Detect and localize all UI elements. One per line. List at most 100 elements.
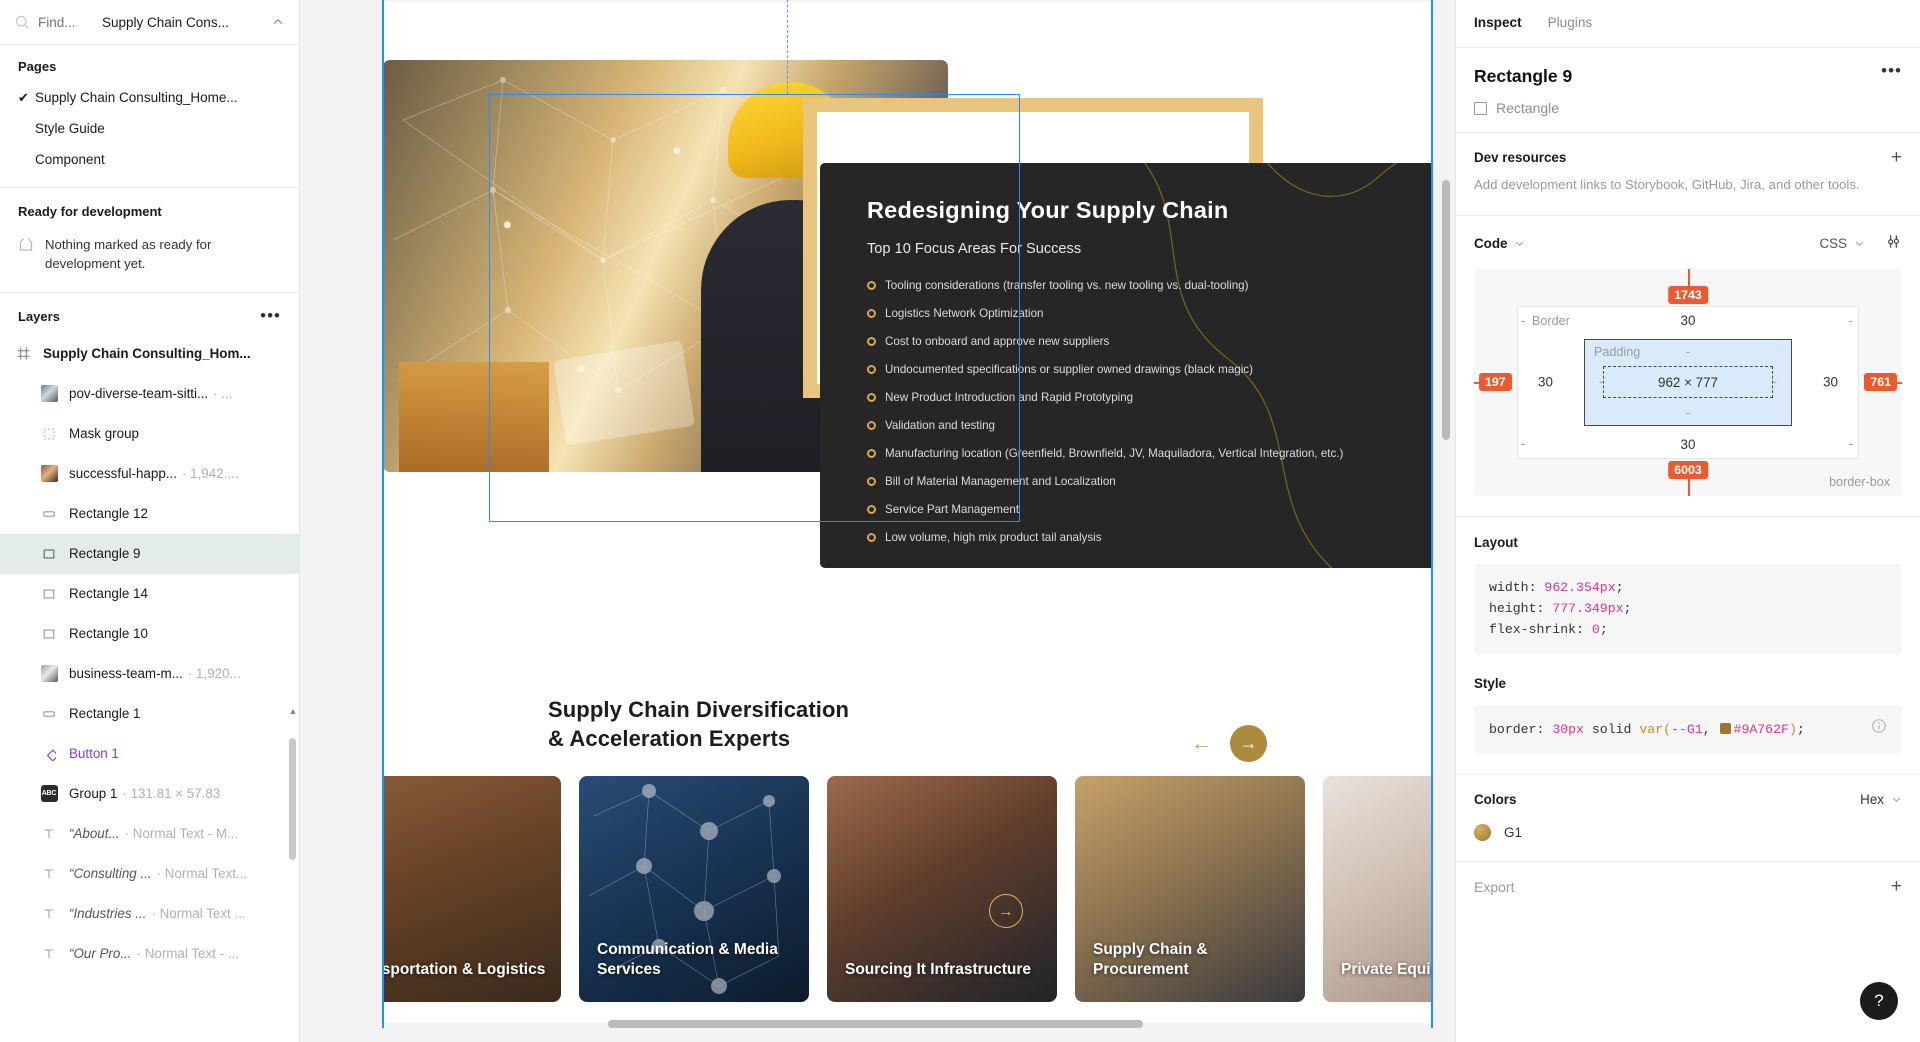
arrow-right-icon[interactable]: → (989, 894, 1023, 928)
css-border-style: solid (1591, 721, 1632, 737)
box-model-diagram: 1743 6003 197 761 Border 30 30 30 30 - -… (1474, 268, 1902, 496)
bullet-icon (867, 336, 876, 346)
layer-row[interactable]: Rectangle 1 (0, 694, 299, 734)
list-item-text: Logistics Network Optimization (885, 306, 1044, 320)
page-frame[interactable]: Redesigning Your Supply Chain Top 10 Foc… (383, 0, 1432, 1023)
layer-row[interactable]: Rectangle 14 (0, 574, 299, 614)
code-language-label: CSS (1819, 236, 1847, 252)
search-input[interactable] (38, 14, 96, 30)
chevron-up-icon[interactable] (271, 15, 285, 29)
layer-name: Rectangle 14 (69, 586, 148, 602)
layers-scrollbar[interactable]: ▲ ▼ (289, 706, 297, 1042)
selection-guide-line (787, 0, 788, 94)
component-icon (40, 745, 58, 763)
layer-meta: · ... (213, 386, 233, 402)
service-card-supply-chain[interactable]: Supply Chain & Procurement (1075, 776, 1305, 1002)
dark-content-card[interactable]: Redesigning Your Supply Chain Top 10 Foc… (820, 163, 1432, 568)
more-options-icon[interactable]: ••• (260, 307, 281, 324)
page-item-home[interactable]: ✔ Supply Chain Consulting_Home... (0, 82, 299, 113)
page-label: Component (35, 152, 105, 167)
layer-meta: · Normal Text - M... (124, 826, 239, 842)
layer-name: pov-diverse-team-sitti... (69, 386, 209, 402)
bullet-icon (867, 532, 876, 542)
layer-row[interactable]: pov-diverse-team-sitti... · ... (0, 374, 299, 414)
scrollbar-thumb[interactable] (608, 1020, 1143, 1028)
service-card-transportation[interactable]: Transportation & Logistics (383, 776, 561, 1002)
find-bar[interactable]: Supply Chain Cons... (0, 0, 299, 45)
layer-row-rectangle-9[interactable]: Rectangle 9 (0, 533, 299, 574)
chevron-down-icon[interactable] (1514, 238, 1525, 249)
document-title[interactable]: Supply Chain Cons... (102, 15, 229, 30)
service-card-communication[interactable]: Communication & Media Services (579, 776, 809, 1002)
service-card-private-equity[interactable]: Private Equity (1323, 776, 1432, 1002)
layer-row[interactable]: “Consulting ... · Normal Text... (0, 854, 299, 894)
dark-card-content: Redesigning Your Supply Chain Top 10 Foc… (867, 197, 1407, 546)
code-line: border: 30px solid var(--G1, #9A762F); (1489, 721, 1805, 737)
card-label: Transportation & Logistics (383, 960, 546, 978)
tab-plugins[interactable]: Plugins (1548, 15, 1593, 32)
image-thumb-icon (40, 465, 58, 483)
layer-name: Rectangle 12 (69, 506, 148, 522)
list-item-text: Low volume, high mix product tail analys… (885, 530, 1102, 544)
layer-row[interactable]: “About... · Normal Text - M... (0, 814, 299, 854)
bullet-icon (867, 504, 876, 514)
canvas-vertical-scrollbar[interactable] (1442, 180, 1450, 440)
arrow-left-icon[interactable]: ← (1191, 733, 1212, 754)
export-header: Export (1474, 879, 1515, 896)
page-item-component[interactable]: Component (0, 144, 299, 175)
layers-list[interactable]: Supply Chain Consulting_Hom... pov-diver… (0, 334, 299, 1042)
position-right-value: 761 (1864, 373, 1897, 392)
frame-icon (14, 345, 32, 363)
mask-group-icon (40, 425, 58, 443)
canvas-horizontal-scrollbar[interactable] (608, 1020, 1455, 1028)
border-box-region: Border 30 30 30 30 - - - - Padding - - -… (1517, 305, 1859, 459)
color-format-label: Hex (1860, 792, 1884, 808)
list-item-text: Undocumented specifications or supplier … (885, 362, 1253, 376)
card-label: Private Equity (1341, 960, 1432, 978)
scrollbar-thumb[interactable] (289, 737, 296, 860)
service-card-sourcing[interactable]: → Sourcing It Infrastructure (827, 776, 1057, 1002)
layer-row[interactable]: “Industries ... · Normal Text ... (0, 894, 299, 934)
color-format-select[interactable]: Hex (1860, 792, 1902, 807)
scroll-up-icon[interactable]: ▲ (288, 706, 298, 716)
layer-row[interactable]: ABC Group 1 · 131.81 × 57.83 (0, 774, 299, 814)
sliders-icon[interactable] (1885, 233, 1902, 255)
layer-row[interactable]: successful-happ... · 1,942.... (0, 454, 299, 494)
color-item[interactable]: G1 (1474, 824, 1902, 842)
help-icon[interactable]: ? (1860, 982, 1898, 1020)
border-top-value: 30 (1680, 312, 1696, 328)
list-item-text: New Product Introduction and Rapid Proto… (885, 390, 1134, 404)
bullet-icon (867, 392, 876, 402)
list-item: Validation and testing (867, 418, 1407, 434)
layer-row[interactable]: Button 1 (0, 734, 299, 774)
design-canvas[interactable]: Redesigning Your Supply Chain Top 10 Foc… (300, 0, 1455, 1042)
css-property: border (1489, 721, 1537, 737)
list-item: Cost to onboard and approve new supplier… (867, 334, 1407, 350)
page-item-style-guide[interactable]: Style Guide (0, 113, 299, 144)
layer-row[interactable]: Supply Chain Consulting_Hom... (0, 334, 299, 374)
padding-bottom-value: - (1685, 405, 1691, 420)
info-icon[interactable] (1871, 718, 1887, 741)
bullet-icon (867, 476, 876, 486)
layout-code-block[interactable]: width: 962.354px; height: 777.349px; fle… (1474, 563, 1902, 654)
more-options-icon[interactable]: ••• (1881, 62, 1902, 79)
plus-icon[interactable]: + (1891, 148, 1902, 167)
plus-icon[interactable]: + (1891, 877, 1902, 896)
pages-header: Pages (18, 59, 57, 74)
layer-row[interactable]: business-team-m... · 1,920... (0, 654, 299, 694)
layer-meta: · Normal Text ... (151, 906, 246, 922)
bullet-icon (867, 281, 876, 290)
arrow-right-icon[interactable]: → (1230, 725, 1267, 762)
layer-row[interactable]: “Our Pro... · Normal Text - ... (0, 934, 299, 974)
layer-row[interactable]: Mask group (0, 414, 299, 454)
tab-inspect[interactable]: Inspect (1474, 15, 1522, 32)
list-item-text: Tooling considerations (transfer tooling… (885, 279, 1249, 292)
layer-row[interactable]: Rectangle 10 (0, 614, 299, 654)
css-var-name: --G1 (1671, 721, 1703, 737)
position-bottom-value: 6003 (1668, 460, 1708, 479)
style-code-block[interactable]: border: 30px solid var(--G1, #9A762F); (1474, 704, 1902, 755)
bullet-icon (867, 308, 876, 318)
code-language-select[interactable]: CSS (1819, 236, 1865, 251)
layer-row[interactable]: Rectangle 12 (0, 494, 299, 534)
layout-section: Layout width: 962.354px; height: 777.349… (1456, 517, 1920, 658)
